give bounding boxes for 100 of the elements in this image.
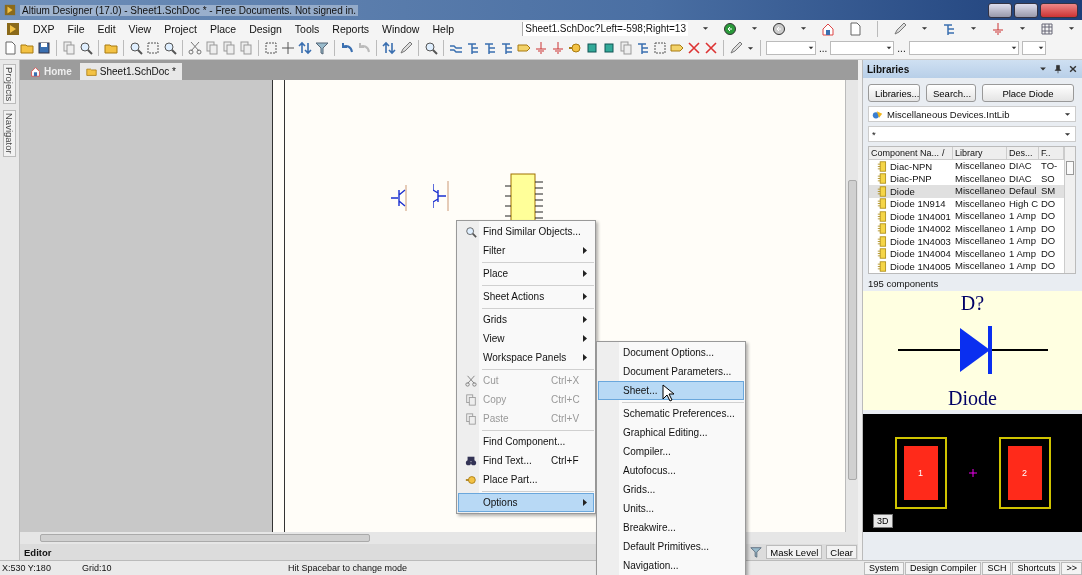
search-icon[interactable] [465, 225, 477, 238]
menu-item[interactable]: Graphical Editing... [598, 423, 744, 442]
ground-icon[interactable] [534, 41, 548, 55]
menu-item[interactable]: Edit [97, 22, 116, 35]
close-button[interactable] [1040, 2, 1078, 18]
pin-icon[interactable] [1053, 64, 1063, 74]
component-name[interactable]: Diode 1N4005 [890, 260, 951, 272]
sheet-icon[interactable] [602, 41, 616, 55]
menu-item[interactable]: Reports [332, 22, 370, 35]
sheet-symbol-icon[interactable] [585, 41, 599, 55]
menu-item[interactable]: Place [458, 264, 594, 283]
component-icon[interactable] [877, 248, 888, 260]
dropdown-field[interactable] [766, 41, 816, 55]
sheet-icon[interactable] [85, 66, 97, 77]
home-icon[interactable] [821, 21, 835, 36]
sheet-entry-icon[interactable] [653, 41, 667, 55]
status-button[interactable]: >> [1061, 561, 1082, 575]
caret-icon[interactable] [1009, 44, 1018, 52]
menu-item[interactable]: Place Part... [458, 470, 594, 489]
panel-button[interactable]: Place Diode [982, 84, 1074, 102]
address-field[interactable]: Sheet1.SchDoc?Left=-598;Right=13 [522, 21, 688, 36]
back-icon[interactable] [723, 21, 737, 36]
menu-item[interactable]: Autofocus... [598, 461, 744, 480]
dropdown-field[interactable] [830, 41, 895, 55]
binoculars-icon[interactable] [465, 454, 477, 467]
component-name[interactable]: Diode 1N4003 [890, 235, 951, 247]
select-icon[interactable] [264, 41, 278, 55]
x-cross-icon[interactable] [704, 41, 718, 55]
menu-item[interactable]: Find Similar Objects... [458, 222, 594, 241]
menu-item[interactable]: Breakwire... [598, 518, 744, 537]
new-document-icon[interactable] [3, 41, 17, 55]
plug-icon[interactable] [465, 473, 477, 486]
power-port-icon[interactable] [551, 41, 565, 55]
signal-icon[interactable] [500, 41, 514, 55]
dropdown-field[interactable] [908, 41, 1019, 55]
menu-item[interactable]: Design [249, 22, 282, 35]
component-icon[interactable] [877, 235, 888, 247]
pencil-icon[interactable] [893, 21, 907, 36]
menu-item[interactable]: Default Primitives... [598, 537, 744, 556]
net-label-icon[interactable] [517, 41, 531, 55]
table-scrollbar[interactable] [1064, 147, 1075, 273]
component-name[interactable]: Diac-PNP [890, 173, 932, 185]
app-icon[interactable] [4, 4, 16, 16]
pencil-icon[interactable] [729, 41, 743, 55]
menu-item[interactable]: Find Text... Ctrl+F [458, 451, 594, 470]
menu-item[interactable]: Navigation... [598, 556, 744, 575]
component-icon[interactable] [877, 210, 888, 222]
cut-icon[interactable] [188, 41, 202, 55]
menu-item[interactable]: Project [164, 22, 197, 35]
dxp-logo-icon[interactable] [6, 21, 20, 36]
menu-item[interactable]: Schematic Preferences... [598, 404, 744, 423]
component-icon[interactable] [877, 185, 888, 197]
bus-entry-icon[interactable] [466, 41, 480, 55]
menu-item[interactable]: View [128, 22, 152, 35]
menu-item[interactable]: Document Options... [598, 343, 744, 362]
close-icon[interactable] [1068, 64, 1078, 74]
pen-icon[interactable] [399, 41, 413, 55]
mask-level-button[interactable]: Mask Level [766, 545, 823, 559]
move-icon[interactable] [281, 41, 295, 55]
maximize-button[interactable] [1014, 2, 1038, 18]
component-name[interactable]: Diode 1N4004 [890, 248, 951, 260]
document-icon[interactable] [848, 21, 862, 36]
more-button[interactable]: ... [897, 42, 906, 54]
forward-icon[interactable] [772, 21, 786, 36]
filter-field[interactable]: * [868, 126, 1076, 142]
no-erc-icon[interactable] [687, 41, 701, 55]
menu-item[interactable]: Grids [458, 310, 594, 329]
vertical-scrollbar[interactable] [845, 80, 858, 532]
caret-icon[interactable] [1067, 24, 1076, 33]
menu-item[interactable]: Compiler... [598, 442, 744, 461]
zoom-selected-icon[interactable] [163, 41, 177, 55]
save-icon[interactable] [37, 41, 51, 55]
menu-item[interactable]: Tools [294, 22, 320, 35]
caret-icon[interactable] [885, 44, 894, 52]
component-icon[interactable] [877, 173, 888, 185]
undo-icon[interactable] [340, 41, 354, 55]
menu-item[interactable]: Grids... [598, 480, 744, 499]
status-button[interactable]: Design Compiler [904, 561, 982, 575]
library-select[interactable]: Miscellaneous Devices.IntLib [868, 106, 1076, 122]
panel-button[interactable]: Search... [926, 84, 976, 102]
caret-icon[interactable] [701, 24, 710, 33]
menu-item[interactable]: Workspace Panels [458, 348, 594, 367]
caret-icon[interactable] [799, 24, 808, 33]
component-name[interactable]: Diode 1N4001 [890, 210, 951, 222]
menu-item[interactable]: Document Parameters... [598, 362, 744, 381]
menu-item[interactable]: Place [209, 22, 237, 35]
component-icon[interactable] [877, 198, 888, 210]
cross-arrows-icon[interactable] [298, 41, 312, 55]
component-name[interactable]: Diac-NPN [890, 160, 933, 172]
dropdown-field[interactable] [1021, 41, 1046, 55]
caret-icon[interactable] [969, 24, 978, 33]
3d-view-button[interactable]: 3D [873, 513, 893, 528]
column-header[interactable]: Component Na... [871, 148, 940, 158]
component-icon[interactable] [877, 223, 888, 235]
menu-item[interactable]: DXP [33, 22, 55, 35]
menu-item[interactable]: Find Component... [458, 432, 594, 451]
component-name[interactable]: Diode 1N914 [890, 198, 946, 210]
caret-icon[interactable] [1036, 44, 1045, 52]
component-name[interactable]: Diode 1N4002 [890, 223, 951, 235]
caret-icon[interactable] [1018, 24, 1027, 33]
